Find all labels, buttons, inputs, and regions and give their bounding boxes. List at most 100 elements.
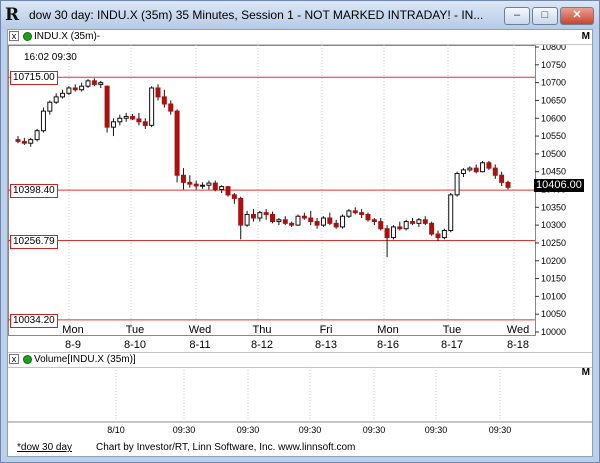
volume-pane[interactable]: M 8/10 09:30 09:30 09:30 09:30 09:30 09:30: [8, 367, 592, 437]
volume-time-label: 09:30: [299, 425, 322, 435]
title-bar[interactable]: R dow 30 day: INDU.X (35m) 35 Minutes, S…: [1, 1, 599, 29]
y-tick-label: 10700: [541, 78, 566, 88]
price-pane-menu-icon[interactable]: M: [582, 30, 590, 43]
candle-body: [60, 92, 66, 98]
candle-body: [47, 101, 53, 112]
candle-body: [270, 213, 276, 223]
y-tick-label: 10550: [541, 131, 566, 141]
candle-body: [180, 174, 186, 183]
chart-client-area: x INDU.X (35m)- M 16:02 09:30 10000 10050…: [7, 29, 593, 457]
candle-body: [142, 121, 148, 126]
day-of-week-label: Tue: [443, 324, 462, 336]
candle-body: [295, 215, 301, 226]
level-label-10034[interactable]: 10034.20: [10, 313, 58, 328]
candle-body: [98, 82, 104, 85]
level-label-10256[interactable]: 10256.79: [10, 234, 58, 249]
candle-body: [371, 219, 377, 223]
volume-pane-label[interactable]: Volume[INDU.X (35m)]: [34, 353, 136, 366]
date-label: 8-10: [124, 339, 146, 351]
candle-body: [448, 194, 454, 231]
close-volume-pane-icon[interactable]: x: [9, 354, 19, 364]
date-label: 8-11: [189, 339, 210, 351]
y-tick-label: 10650: [541, 95, 566, 105]
close-button[interactable]: ✕: [560, 7, 594, 25]
candle-body: [206, 182, 212, 186]
candle-body: [15, 139, 21, 142]
volume-time-label: 09:30: [363, 425, 386, 435]
day-of-week-label: Fri: [320, 324, 333, 336]
candle-body: [257, 212, 263, 219]
y-tick-label: 10600: [541, 113, 566, 123]
day-of-week-label: Tue: [126, 324, 145, 336]
level-label-10715[interactable]: 10715.00: [10, 71, 58, 86]
candle-body: [72, 87, 78, 91]
candle-body: [21, 140, 27, 144]
maximize-button[interactable]: □: [532, 7, 558, 25]
layout-tab[interactable]: *dow 30 day: [17, 440, 72, 456]
candle-body: [320, 217, 326, 226]
volume-time-label: 09:30: [489, 425, 512, 435]
candle-body: [308, 217, 314, 223]
candle-body: [34, 130, 40, 141]
volume-chart: 8/10 09:30 09:30 09:30 09:30 09:30 09:30: [8, 367, 592, 435]
candle-body: [346, 210, 352, 217]
candle-body: [40, 110, 46, 132]
date-label: 8-18: [507, 339, 529, 351]
day-of-week-label: Wed: [189, 324, 211, 336]
y-tick-label: 10300: [541, 220, 566, 230]
last-price-badge: 10406.00: [534, 179, 584, 193]
volume-time-label: 09:30: [425, 425, 448, 435]
y-tick-label: 10500: [541, 149, 566, 159]
volume-pane-header: x Volume[INDU.X (35m)]: [8, 352, 592, 368]
level-label-10398[interactable]: 10398.40: [10, 184, 58, 199]
volume-status-icon[interactable]: [23, 355, 32, 364]
candle-body: [441, 229, 447, 239]
candle-body: [352, 210, 358, 214]
day-of-week-label: Mon: [377, 324, 398, 336]
footer-bar: *dow 30 day Chart by Investor/RT, Linn S…: [8, 440, 592, 456]
candle-body: [403, 221, 409, 230]
y-tick-label: 10100: [541, 291, 566, 301]
candle-body: [187, 181, 193, 185]
candle-body: [79, 85, 85, 91]
instrument-status-icon[interactable]: [23, 32, 32, 41]
candle-body: [365, 213, 371, 221]
candle-body: [301, 215, 307, 219]
candle-body: [390, 226, 396, 239]
day-of-week-label: Thu: [253, 324, 272, 336]
y-tick-label: 10450: [541, 167, 566, 177]
candle-body: [359, 212, 365, 215]
window-title: dow 30 day: INDU.X (35m) 35 Minutes, Ses…: [29, 8, 484, 22]
candle-body: [333, 222, 339, 228]
candle-body: [327, 217, 333, 224]
candle-body: [85, 80, 91, 87]
investor-rt-app-icon[interactable]: R: [5, 6, 23, 24]
candle-body: [53, 96, 59, 103]
candle-body: [314, 221, 320, 226]
candle-body: [378, 221, 384, 230]
price-pane-label[interactable]: INDU.X (35m)-: [34, 30, 100, 43]
candle-body: [231, 194, 237, 199]
candle-body: [193, 183, 199, 187]
price-chart[interactable]: 10000 10050 10100 10150 10200 10250 10300 10350…: [8, 45, 592, 351]
candle-body: [123, 115, 129, 119]
minimize-button[interactable]: –: [504, 7, 530, 25]
price-pane-header: x INDU.X (35m)- M: [8, 30, 592, 45]
candle-body: [149, 87, 155, 126]
candle-body: [263, 212, 269, 215]
candle-body: [110, 121, 116, 128]
candle-body: [492, 167, 498, 176]
candle-body: [384, 228, 390, 239]
y-tick-label: 10350: [541, 202, 566, 212]
candle-body: [155, 87, 161, 98]
close-pane-icon[interactable]: x: [9, 31, 19, 41]
candle-body: [435, 233, 441, 239]
candle-body: [467, 167, 473, 171]
candle-body: [212, 182, 218, 190]
candle-body: [499, 174, 505, 183]
candle-body: [130, 115, 136, 120]
date-label: 8-13: [315, 339, 337, 351]
day-of-week-label: Mon: [62, 324, 83, 336]
candle-body: [416, 219, 422, 224]
y-tick-label: 10750: [541, 60, 566, 70]
